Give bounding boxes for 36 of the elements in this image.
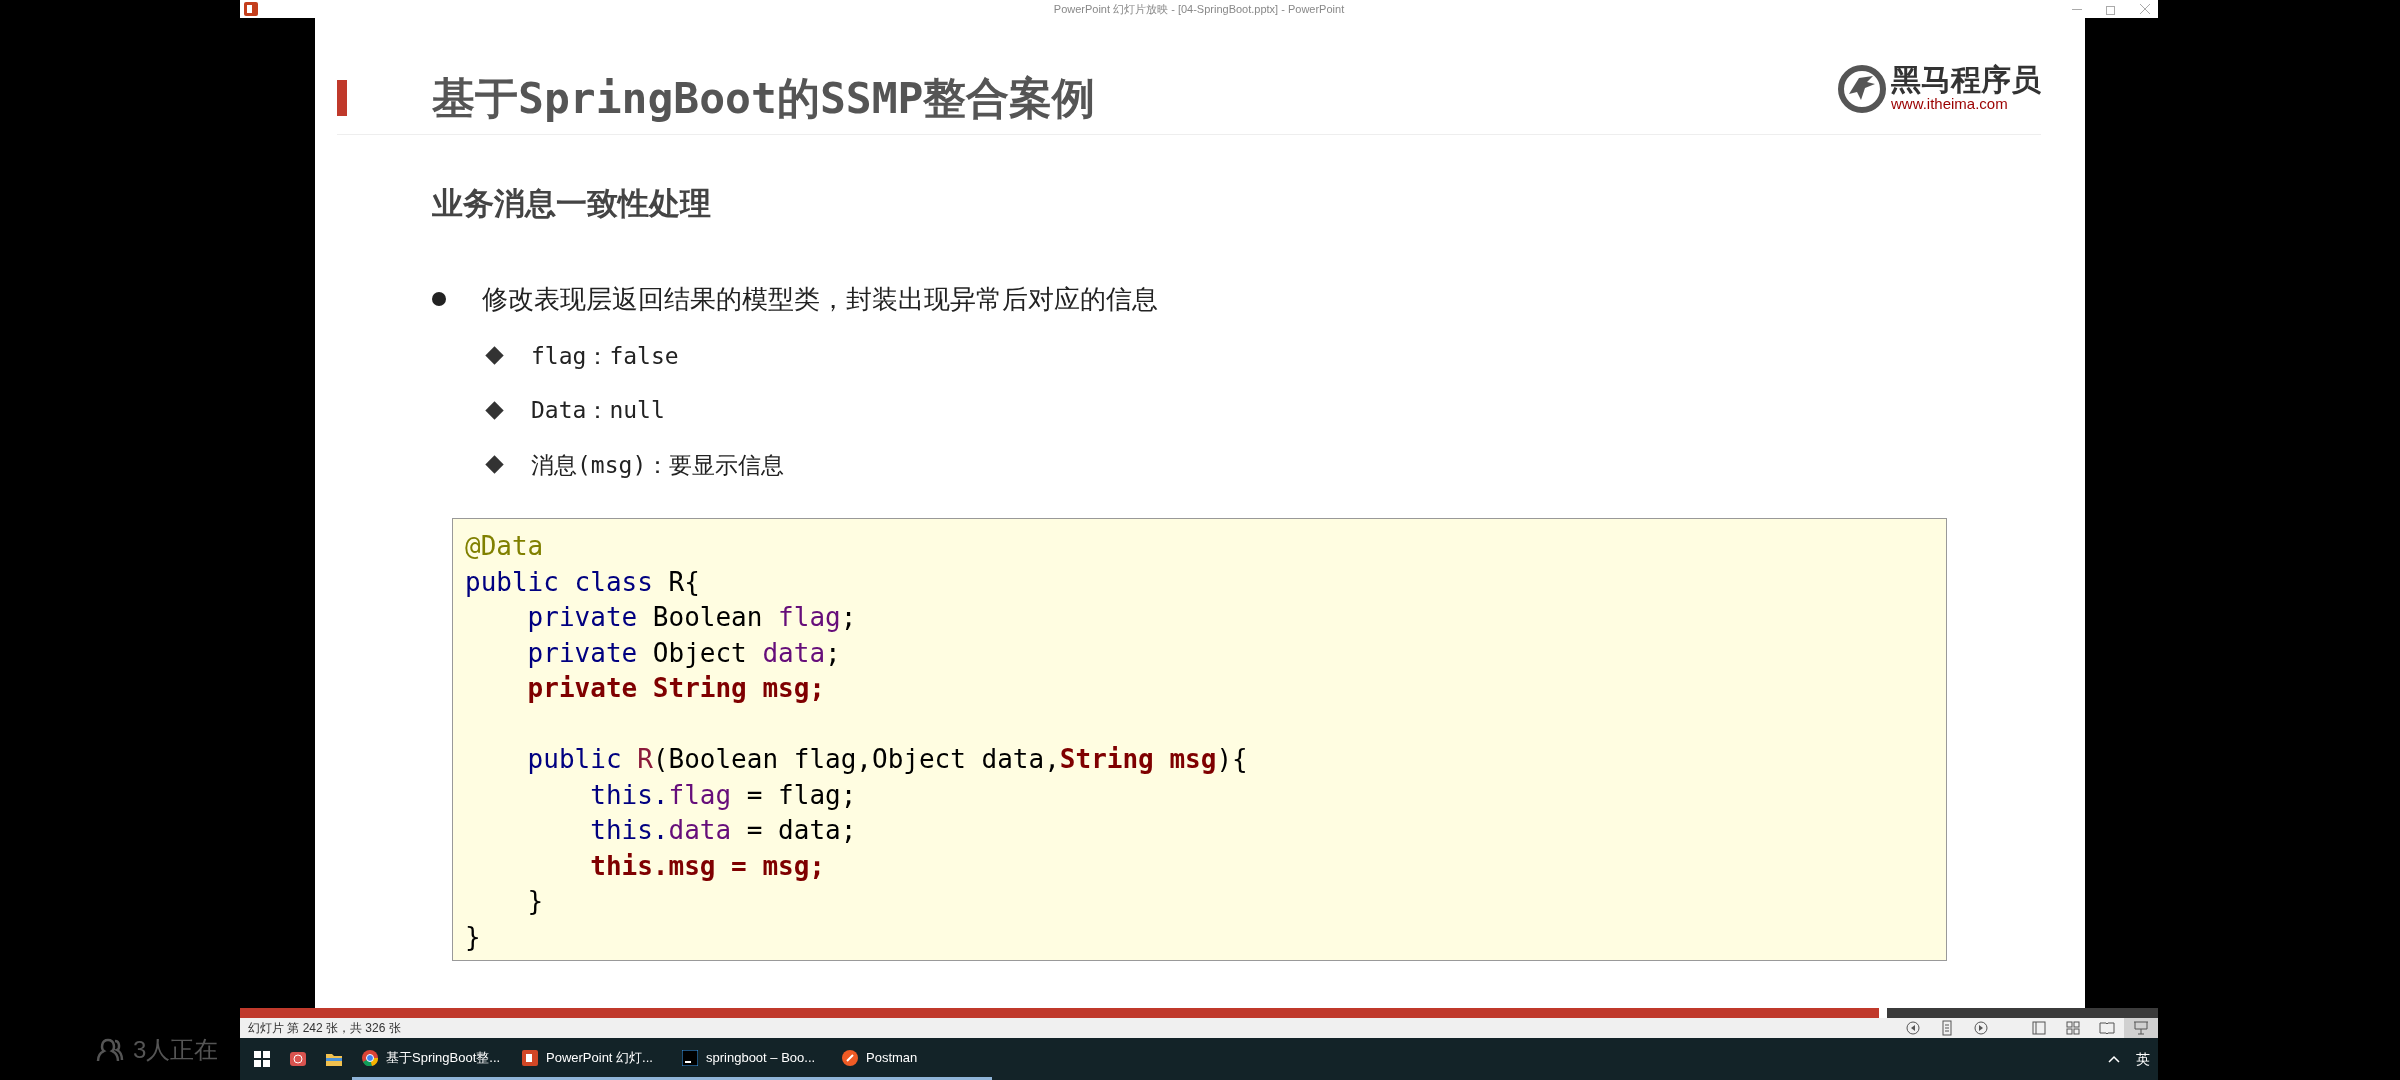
slide-subtitle: 业务消息一致性处理 bbox=[432, 185, 712, 223]
code-line: this.data = data; bbox=[589, 815, 857, 845]
bullet-text: 修改表现层返回结果的模型类，封装出现异常后对应的信息 bbox=[482, 282, 1158, 316]
input-method-indicator[interactable]: 英 bbox=[2136, 1048, 2150, 1070]
brand-url: www.itheima.com bbox=[1891, 95, 2009, 113]
brand-name: 黑马程序员 bbox=[1891, 65, 2041, 95]
slideshow-icon[interactable] bbox=[2124, 1018, 2158, 1038]
viewer-count: 3人正在 bbox=[133, 1035, 219, 1065]
code-line: } bbox=[526, 886, 544, 916]
code-line: } bbox=[465, 921, 481, 952]
code-line: @Data bbox=[465, 531, 544, 561]
bullet-text: Data：null bbox=[531, 396, 665, 425]
taskbar-button[interactable]: PowerPoint 幻灯... bbox=[512, 1038, 672, 1080]
code-line: this.flag = flag; bbox=[589, 779, 857, 810]
code-editor-icon bbox=[682, 1049, 698, 1066]
code-line: this.msg = msg; bbox=[589, 850, 826, 881]
code-line: private Boolean flag; bbox=[526, 602, 857, 632]
taskbar-button[interactable]: 基于SpringBoot整... bbox=[352, 1038, 512, 1080]
code-line: private Object data; bbox=[526, 637, 841, 668]
window-title: PowerPoint 幻灯片放映 - [04-SpringBoot.pptx] - PowerPoint bbox=[1053, 2, 1345, 17]
chevron-up-icon[interactable] bbox=[2108, 1055, 2120, 1063]
slide-counter: 幻灯片 第 242 张，共 326 张 bbox=[248, 1020, 401, 1037]
progress-handle[interactable] bbox=[1878, 1008, 1887, 1018]
people-icon bbox=[95, 1037, 125, 1063]
taskbar-button[interactable]: springboot – Boo... bbox=[672, 1038, 832, 1080]
code-line: public R(Boolean flag,Object data,String msg){ bbox=[526, 744, 1248, 774]
bullet-text: 消息(msg)：要显示信息 bbox=[531, 450, 785, 480]
slide-title: 基于SpringBoot的SSMP整合案例 bbox=[432, 72, 1096, 125]
browser-icon bbox=[362, 1049, 378, 1066]
bullet-text: flag：false bbox=[531, 341, 679, 371]
accent-bar bbox=[337, 80, 347, 116]
code-line: public class R{ bbox=[465, 566, 700, 597]
bullet-icon bbox=[432, 292, 446, 306]
presentation-app-icon bbox=[522, 1049, 538, 1066]
taskbar-button[interactable]: Postman bbox=[832, 1038, 992, 1080]
code-line: private String msg; bbox=[526, 673, 826, 703]
